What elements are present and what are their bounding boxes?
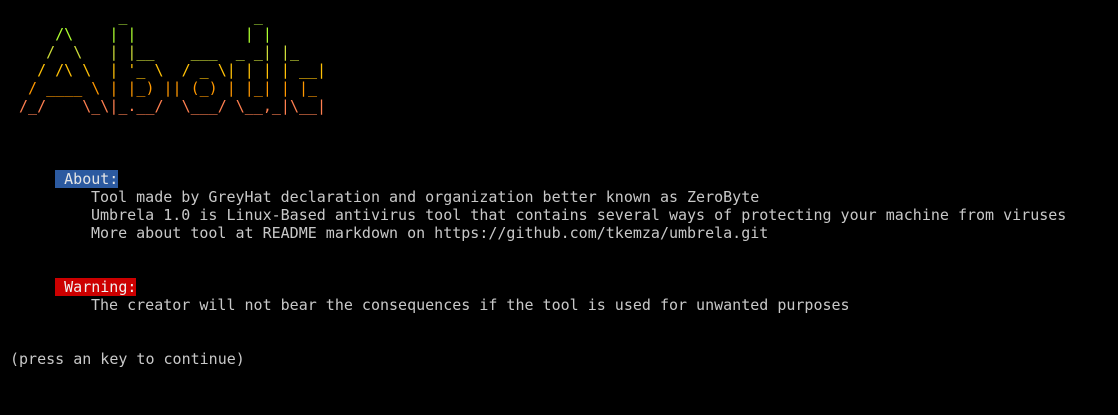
terminal-window[interactable]: _ _ /\ | | | | / \ | |__ ___ _ _| |_ / /… xyxy=(0,0,1118,415)
continue-prompt: (press an key to continue) xyxy=(10,350,245,368)
banner-row: /_/ \_\|_.__/ \___/ \__,_|\__| xyxy=(10,97,327,115)
about-label: About: xyxy=(55,170,119,188)
banner-row: /\ | | | | xyxy=(10,25,290,43)
warning-label: Warning: xyxy=(55,278,137,296)
banner-row: / /\ \ | '_ \ / _ \| | | | __| xyxy=(10,61,327,79)
about-label-line: About: xyxy=(19,152,119,188)
warning-label-line: Warning: xyxy=(19,260,137,296)
about-line: Umbrela 1.0 is Linux-Based antivirus too… xyxy=(91,206,1067,224)
warning-line: The creator will not bear the consequenc… xyxy=(91,296,850,314)
banner-row: _ _ xyxy=(10,7,290,25)
banner-row: / \ | |__ ___ _ _| |_ xyxy=(10,43,309,61)
about-line: More about tool at README markdown on ht… xyxy=(91,224,769,242)
about-line: Tool made by GreyHat declaration and org… xyxy=(91,188,760,206)
ascii-about-banner: _ _ /\ | | | | / \ | |__ ___ _ _| |_ / /… xyxy=(10,7,326,115)
banner-row: / ____ \ | |_) || (_) | |_| | |_ xyxy=(10,79,327,97)
